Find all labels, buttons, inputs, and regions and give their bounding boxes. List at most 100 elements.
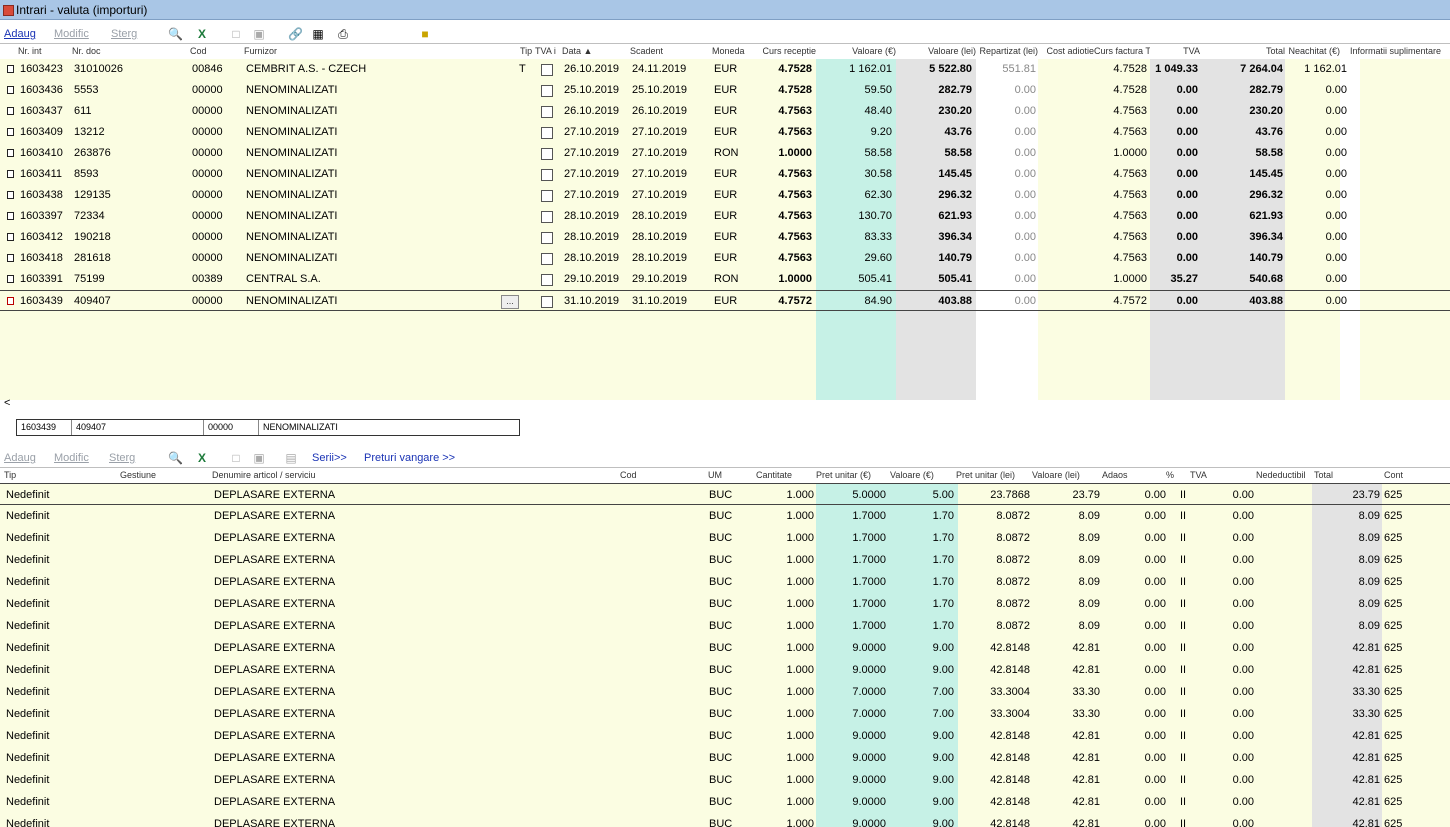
save-icon[interactable]: ▤ [284,452,298,464]
tva-checkbox[interactable] [541,169,553,181]
article-row[interactable]: Nedefinit DEPLASARE EXTERNA BUC 1.000 1.7000… [0,549,1450,571]
article-row[interactable]: Nedefinit DEPLASARE EXTERNA BUC 1.000 9.0000… [0,747,1450,769]
delete-line-button[interactable]: Sterg [109,452,135,464]
column-header[interactable]: UM [708,468,738,482]
copy-icon[interactable]: ▣ [252,452,266,464]
document-row[interactable]: 1603410 263876 00000 NENOMINALIZATI 27.10.20… [0,143,1450,164]
column-header[interactable]: Tip [520,44,534,58]
document-row[interactable]: 1603439 409407 00000 NENOMINALIZATI 31.10.20… [0,290,1450,311]
excel-icon[interactable]: X [195,452,209,464]
column-header[interactable]: Scadent [630,44,694,58]
column-header[interactable]: Data ▲ [562,44,626,58]
column-header[interactable]: Moneda [712,44,756,58]
scroll-left-icon[interactable]: < [4,397,10,409]
tva-checkbox[interactable] [541,274,553,286]
excel-icon[interactable]: X [195,28,209,40]
column-header[interactable]: Pret unitar (€) [816,468,890,482]
column-header[interactable]: TVA [1190,468,1220,482]
column-header[interactable]: Curs factura TVA [1094,44,1150,58]
document-row[interactable]: 1603397 72334 00000 NENOMINALIZATI 28.10.201… [0,206,1450,227]
tva-checkbox[interactable] [541,190,553,202]
article-row[interactable]: Nedefinit DEPLASARE EXTERNA BUC 1.000 9.0000… [0,791,1450,813]
copy-icon[interactable]: ▣ [252,28,266,40]
tva-checkbox[interactable] [541,232,553,244]
column-header[interactable]: Cod [190,44,240,58]
column-header[interactable]: Cont [1384,468,1414,482]
column-header[interactable]: Gestiune [120,468,200,482]
column-header[interactable]: Furnizor [244,44,514,58]
calculator-icon[interactable]: ▦ [311,28,325,40]
binoculars-icon[interactable]: 🔍 [168,452,183,464]
document-row[interactable]: 1603391 75199 00389 CENTRAL S.A. 29.10.2019 2… [0,269,1450,290]
modify-button[interactable]: Modific [54,28,89,40]
delete-button[interactable]: Sterg [111,28,137,40]
column-header[interactable]: TVA i [535,44,559,58]
ellipsis-button[interactable]: … [501,295,519,309]
column-header[interactable]: Total [1200,44,1285,58]
column-header[interactable]: Cod [620,468,680,482]
column-header[interactable]: TVA [1150,44,1200,58]
column-header[interactable]: Valoare (lei) [1032,468,1082,482]
cell-tva: 0.00 [1176,168,1198,180]
tva-checkbox[interactable] [541,148,553,160]
document-icon[interactable]: □ [229,28,243,40]
article-row[interactable]: Nedefinit DEPLASARE EXTERNA BUC 1.000 5.0000… [0,483,1450,505]
article-row[interactable]: Nedefinit DEPLASARE EXTERNA BUC 1.000 9.0000… [0,637,1450,659]
modify-line-button[interactable]: Modific [54,452,89,464]
tva-checkbox[interactable] [541,127,553,139]
tva-checkbox[interactable] [541,296,553,308]
document-row[interactable]: 1603436 5553 00000 NENOMINALIZATI 25.10.2019… [0,80,1450,101]
column-header[interactable]: % [1166,468,1178,482]
column-header[interactable]: Adaos [1102,468,1132,482]
article-row[interactable]: Nedefinit DEPLASARE EXTERNA BUC 1.000 9.0000… [0,769,1450,791]
tva-checkbox[interactable] [541,85,553,97]
article-row[interactable]: Nedefinit DEPLASARE EXTERNA BUC 1.000 9.0000… [0,725,1450,747]
column-header[interactable]: Repartizat (lei) [976,44,1038,58]
column-header[interactable]: Cost adiotie [1038,44,1094,58]
article-row[interactable]: Nedefinit DEPLASARE EXTERNA BUC 1.000 1.7000… [0,593,1450,615]
column-header[interactable]: Curs receptie [758,44,816,58]
article-row[interactable]: Nedefinit DEPLASARE EXTERNA BUC 1.000 9.0000… [0,813,1450,827]
add-line-button[interactable]: Adaug [4,452,36,464]
article-row[interactable]: Nedefinit DEPLASARE EXTERNA BUC 1.000 1.7000… [0,505,1450,527]
column-header[interactable]: Nedeductibil [1256,468,1312,482]
tva-checkbox[interactable] [541,211,553,223]
column-header[interactable]: Total [1314,468,1336,482]
column-header[interactable]: Pret unitar (lei) [956,468,1018,482]
link-icon[interactable]: 🔗 [288,28,303,40]
column-header[interactable]: Nr. int [18,44,68,58]
tva-checkbox[interactable] [541,106,553,118]
article-row[interactable]: Nedefinit DEPLASARE EXTERNA BUC 1.000 9.0000… [0,659,1450,681]
article-row[interactable]: Nedefinit DEPLASARE EXTERNA BUC 1.000 1.7000… [0,527,1450,549]
column-header[interactable]: Valoare (€) [890,468,934,482]
article-row[interactable]: Nedefinit DEPLASARE EXTERNA BUC 1.000 1.7000… [0,615,1450,637]
preturi-vanzare-button[interactable]: Preturi vangare >> [364,452,455,464]
column-header[interactable]: Valoare (lei) [896,44,976,58]
document-row[interactable]: 1603409 13212 00000 NENOMINALIZATI 27.10.201… [0,122,1450,143]
column-header[interactable]: Denumire articol / serviciu [212,468,412,482]
document-row[interactable]: 1603418 281618 00000 NENOMINALIZATI 28.10.20… [0,248,1450,269]
document-row[interactable]: 1603411 8593 00000 NENOMINALIZATI 27.10.2019… [0,164,1450,185]
document-row[interactable]: 1603437 611 00000 NENOMINALIZATI 26.10.2019 2… [0,101,1450,122]
document-icon[interactable]: □ [229,452,243,464]
column-header[interactable]: Tip [4,468,64,482]
article-row[interactable]: Nedefinit DEPLASARE EXTERNA BUC 1.000 1.7000… [0,571,1450,593]
column-header[interactable]: Cantitate [756,468,816,482]
column-header[interactable]: Nr. doc [72,44,182,58]
tva-checkbox[interactable] [541,253,553,265]
binoculars-icon[interactable]: 🔍 [168,28,183,40]
top-horizontal-scrollbar[interactable]: < [0,397,1450,411]
article-row[interactable]: Nedefinit DEPLASARE EXTERNA BUC 1.000 7.0000… [0,703,1450,725]
document-row[interactable]: 1603423 31010026 00846 CEMBRIT A.S. - CZECH… [0,59,1450,80]
article-row[interactable]: Nedefinit DEPLASARE EXTERNA BUC 1.000 7.0000… [0,681,1450,703]
document-row[interactable]: 1603412 190218 00000 NENOMINALIZATI 28.10.20… [0,227,1450,248]
add-button[interactable]: Adaug [4,28,36,40]
column-header[interactable]: Neachitat (€) [1285,44,1340,58]
column-header[interactable]: Valoare (€) [816,44,896,58]
serii-button[interactable]: Serii>> [312,452,347,464]
printer-icon[interactable]: ⎙ [336,28,350,40]
tva-checkbox[interactable] [541,64,553,76]
document-row[interactable]: 1603438 129135 00000 NENOMINALIZATI 27.10.20… [0,185,1450,206]
column-header[interactable]: Informatii suplimentare [1350,44,1450,58]
folder-icon[interactable]: ■ [418,28,432,40]
